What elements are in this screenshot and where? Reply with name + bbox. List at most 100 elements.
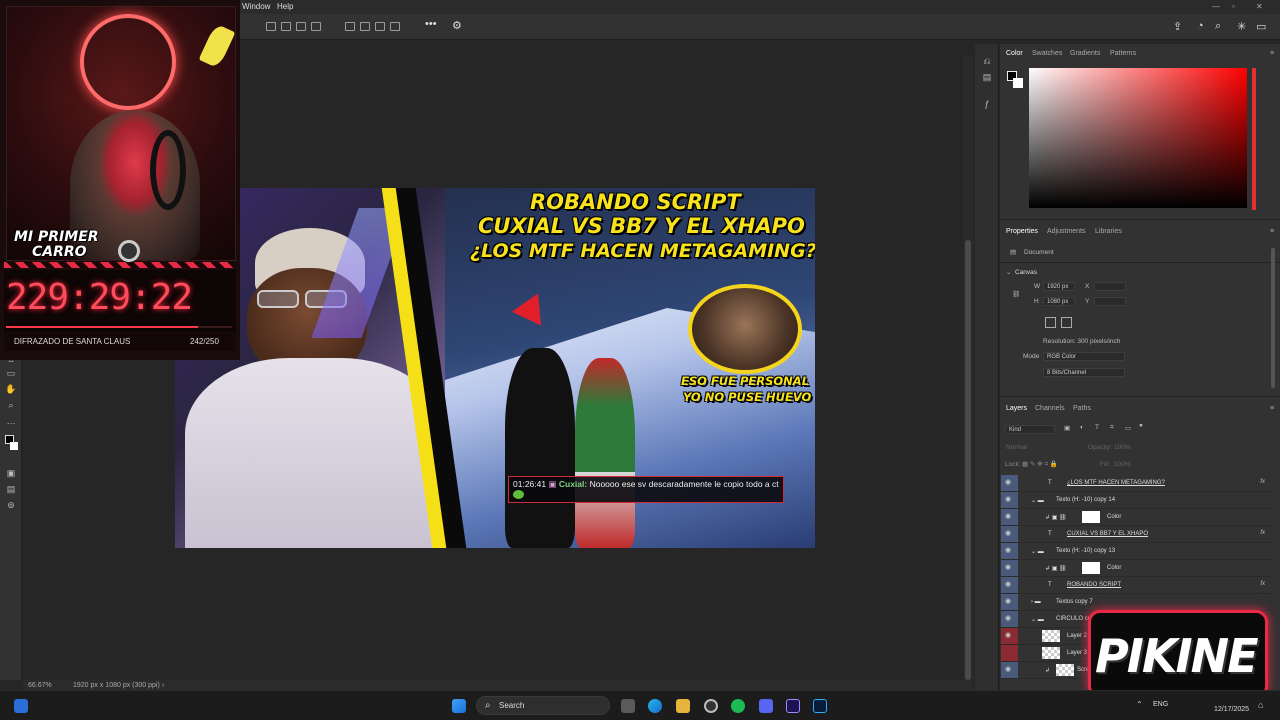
start-button[interactable]	[452, 699, 466, 713]
align-bottom-icon[interactable]	[375, 22, 385, 31]
zoom-level[interactable]: 66.67%	[28, 682, 52, 689]
notification-icon[interactable]: ⌂	[1258, 700, 1263, 710]
document-info[interactable]: 1920 px x 1080 px (300 ppi)	[73, 682, 160, 689]
orientation-portrait-icon[interactable]	[1045, 317, 1056, 328]
visibility-eye-icon[interactable]: ◉	[1005, 547, 1014, 555]
lock-icons[interactable]: ▦ ✎ ✥ ⌗ 🔒	[1022, 460, 1058, 469]
obs-icon[interactable]	[704, 699, 718, 713]
layer-filter-select[interactable]: Kind	[1005, 425, 1055, 434]
filter-toggle-icon[interactable]: ●	[1139, 422, 1143, 429]
layer-row[interactable]: ◉ ⌄ ▬ Texto (H: -10) copy 14	[1001, 492, 1273, 509]
visibility-eye-icon[interactable]: ◉	[1005, 666, 1014, 674]
distribute-icon[interactable]	[390, 22, 400, 31]
mode-select[interactable]: RGB Color	[1043, 352, 1125, 361]
filter-type-icon[interactable]: T	[1095, 424, 1099, 431]
history-icon[interactable]: ⎌	[981, 56, 993, 67]
tab-color[interactable]: Color	[1006, 50, 1023, 57]
filter-pixel-icon[interactable]: ▣	[1064, 424, 1070, 432]
layers-menu-icon[interactable]: ≡	[1270, 405, 1274, 412]
rectangle-tool-icon[interactable]: ▭	[5, 368, 17, 379]
visibility-eye-icon[interactable]: ◉	[1005, 479, 1014, 487]
visibility-eye-icon[interactable]: ◉	[1005, 530, 1014, 538]
more-options-icon[interactable]: •••	[425, 18, 437, 30]
tab-channels[interactable]: Channels	[1035, 405, 1065, 412]
share-tool-icon[interactable]: ⊚	[5, 500, 17, 511]
height-field[interactable]: 1080 px	[1043, 297, 1075, 306]
y-field[interactable]	[1094, 297, 1126, 306]
visibility-eye-icon[interactable]: ◉	[1005, 513, 1014, 521]
fx-icon[interactable]: fx	[1260, 581, 1265, 587]
group-chevron-icon[interactable]: › ▬	[1031, 599, 1041, 605]
share-icon[interactable]: ⇪	[1173, 20, 1182, 33]
tab-swatches[interactable]: Swatches	[1032, 50, 1062, 57]
panel-menu-icon[interactable]: ≡	[1270, 50, 1274, 57]
visibility-eye-icon[interactable]: ◉	[1005, 496, 1014, 504]
close-button[interactable]: ✕	[1256, 2, 1263, 11]
minimize-button[interactable]: —	[1212, 2, 1220, 11]
layer-row[interactable]: ◉ ↲ ▣ ⛓ Color	[1001, 509, 1273, 526]
blend-mode-select[interactable]: Normal	[1006, 444, 1027, 451]
bell-icon[interactable]: ◔	[1197, 20, 1204, 32]
fx-icon[interactable]: ƒ	[981, 99, 993, 110]
tab-paths[interactable]: Paths	[1073, 405, 1091, 412]
tray-chevron-icon[interactable]: ⌃	[1136, 700, 1143, 709]
menu-window[interactable]: Window	[242, 2, 270, 11]
x-field[interactable]	[1094, 282, 1126, 291]
align-right-icon[interactable]	[296, 22, 306, 31]
width-field[interactable]: 1920 px	[1043, 282, 1075, 291]
align-top-icon[interactable]	[345, 22, 355, 31]
more-tools-icon[interactable]: …	[5, 416, 17, 427]
menu-help[interactable]: Help	[277, 2, 293, 11]
layer-row[interactable]: ◉ › ▬ Textos copy 7	[1001, 594, 1273, 611]
gear-icon[interactable]: ⚙	[452, 19, 462, 32]
edge-icon[interactable]	[648, 699, 662, 713]
hue-slider[interactable]	[1252, 68, 1256, 210]
media-encoder-icon[interactable]	[786, 699, 800, 713]
vertical-scroll-thumb[interactable]	[965, 240, 971, 680]
layer-row[interactable]: ◉ T ROBANDO SCRIPT fx	[1001, 577, 1273, 594]
link-icon[interactable]: ⛓	[1012, 290, 1020, 298]
lightbulb-icon[interactable]: ✳	[1237, 20, 1246, 33]
visibility-eye-icon[interactable]: ◉	[1005, 581, 1014, 589]
group-chevron-icon[interactable]: ⌄ ▬	[1031, 548, 1044, 555]
widgets-icon[interactable]	[14, 699, 28, 713]
group-chevron-icon[interactable]: ⌄ ▬	[1031, 616, 1044, 623]
opacity-value[interactable]: 100%	[1114, 444, 1131, 451]
align-center-icon[interactable]	[281, 22, 291, 31]
fx-icon[interactable]: fx	[1260, 479, 1265, 485]
filter-shape-icon[interactable]: ⌗	[1110, 424, 1114, 432]
align-justify-icon[interactable]	[311, 22, 321, 31]
orientation-landscape-icon[interactable]	[1061, 317, 1072, 328]
background-color-swatch[interactable]	[10, 442, 18, 450]
tab-layers[interactable]: Layers	[1006, 405, 1027, 412]
maximize-button[interactable]: ▫	[1232, 2, 1235, 11]
search-icon[interactable]: ⌕	[1215, 20, 1221, 33]
task-view-icon[interactable]	[621, 699, 635, 713]
quick-mask-icon[interactable]: ▣	[5, 468, 17, 479]
group-chevron-icon[interactable]: ⌄ ▬	[1031, 497, 1044, 504]
layer-row[interactable]: ◉ ↲ ▣ ⛓ Color	[1001, 560, 1273, 577]
tab-libraries[interactable]: Libraries	[1095, 228, 1122, 235]
hand-tool-icon[interactable]: ✋	[5, 384, 17, 395]
bit-depth-select[interactable]: 8 Bits/Channel	[1043, 368, 1125, 377]
tab-gradients[interactable]: Gradients	[1070, 50, 1100, 57]
visibility-eye-icon[interactable]: ◉	[1005, 615, 1014, 623]
screen-mode-icon[interactable]: ▤	[5, 484, 17, 495]
layer-row[interactable]: ◉ T CUXIAL VS BB7 Y EL XHAPO fx	[1001, 526, 1273, 543]
filter-adjustment-icon[interactable]: ◐	[1080, 424, 1084, 431]
tab-patterns[interactable]: Patterns	[1110, 50, 1136, 57]
comments-icon[interactable]: ▤	[981, 72, 993, 83]
tab-adjustments[interactable]: Adjustments	[1047, 228, 1086, 235]
visibility-eye-icon[interactable]: ◉	[1005, 564, 1014, 572]
properties-menu-icon[interactable]: ≡	[1270, 228, 1274, 235]
align-left-icon[interactable]	[266, 22, 276, 31]
visibility-eye-icon[interactable]: ◉	[1005, 598, 1014, 606]
properties-scrollbar[interactable]	[1271, 248, 1275, 388]
discord-icon[interactable]	[759, 699, 773, 713]
fx-icon[interactable]: fx	[1260, 530, 1265, 536]
bg-color-chip[interactable]	[1013, 78, 1023, 88]
document-canvas[interactable]: ROBANDO SCRIPT CUXIAL VS BB7 Y EL XHAPO …	[175, 188, 815, 548]
align-middle-icon[interactable]	[360, 22, 370, 31]
fill-value[interactable]: 100%	[1114, 461, 1131, 468]
language-indicator[interactable]: ENG	[1153, 701, 1168, 708]
